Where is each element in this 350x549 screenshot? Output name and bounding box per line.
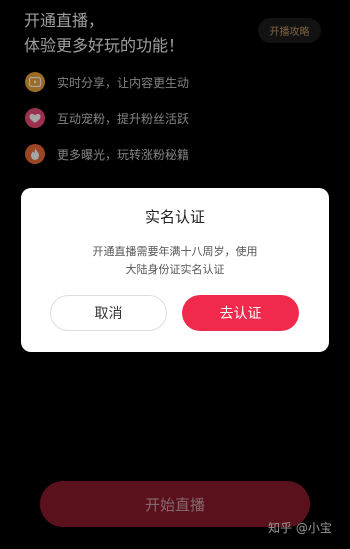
- dialog-title: 实名认证: [144, 208, 205, 226]
- dialog-message: 开通直播需要年满十八周岁，使用 大陆身份证实名认证: [21, 243, 329, 279]
- real-name-auth-dialog: 实名认证 开通直播需要年满十八周岁，使用 大陆身份证实名认证 取消 去认证: [21, 188, 329, 352]
- cancel-button[interactable]: 取消: [50, 295, 167, 331]
- dialog-message-line-1: 开通直播需要年满十八周岁，使用: [92, 245, 258, 258]
- verify-button[interactable]: 去认证: [182, 295, 299, 331]
- dialog-message-line-2: 大陆身份证实名认证: [125, 263, 225, 276]
